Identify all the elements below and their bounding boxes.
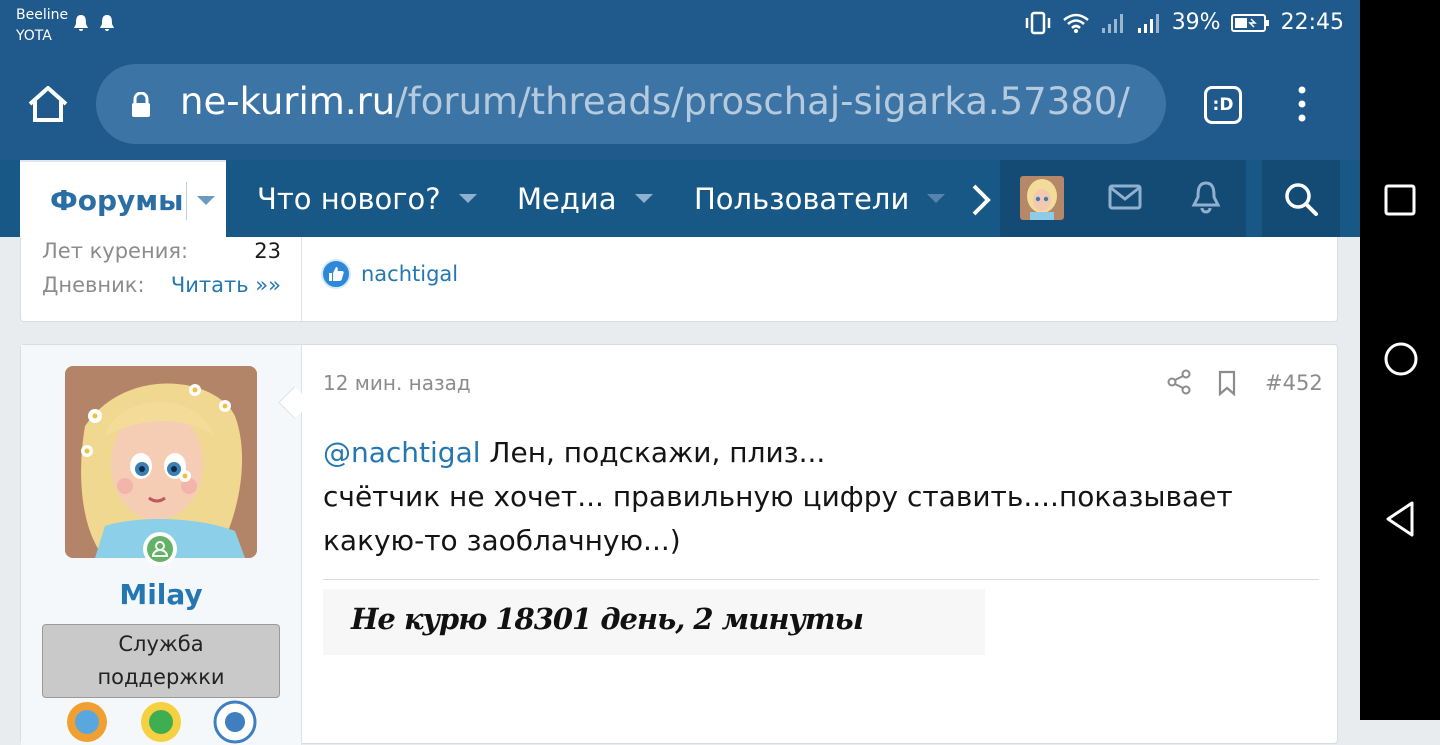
chevron-down-icon[interactable] (197, 196, 215, 205)
chevron-down-icon[interactable] (458, 193, 477, 203)
role-badge-line-2: поддержки (97, 665, 225, 689)
carrier-1: Beeline (16, 7, 69, 23)
notification-icons (72, 13, 116, 37)
online-status-dot (147, 536, 173, 562)
battery-percent: 39% (1171, 10, 1221, 35)
signature-text: Не курю 18301 день, 2 минуты (351, 602, 864, 636)
stat-label-smoking-years: Лет курения: (42, 239, 189, 263)
chevron-down-icon[interactable] (927, 193, 946, 203)
url-text: ne-kurim.ru/forum/threads/proschaj-sigar… (180, 80, 1130, 123)
nav-tab-members[interactable]: Пользователи (694, 182, 946, 216)
post-line-3: какую-то заоблачную...) (323, 524, 681, 557)
chevron-down-icon[interactable] (634, 193, 653, 203)
url-field[interactable]: ne-kurim.ru/forum/threads/proschaj-sigar… (96, 64, 1166, 144)
status-right: 39% 22:45 (1024, 10, 1344, 35)
back-triangle-icon[interactable] (1384, 500, 1416, 538)
carrier-2: YOTA (16, 28, 52, 44)
battery-icon (1230, 13, 1269, 32)
stat-label-diary: Дневник: (42, 273, 145, 297)
search-icon[interactable] (1282, 180, 1320, 218)
tab-switcher-icon[interactable]: :D (1204, 86, 1242, 124)
nav-tab-whats-new[interactable]: Что нового? (257, 182, 477, 216)
user-avatar[interactable] (1020, 176, 1064, 220)
nav-tab-media-label: Медиа (517, 182, 617, 216)
nav-tab-forums-label: Форумы (50, 184, 184, 217)
previous-post: Лет курения: 23 Дневник: Читать »» nacht… (20, 237, 1338, 322)
nav-tab-whats-new-label: Что нового? (257, 182, 441, 216)
post-body: @nachtigal Лен, подскажи, плиз... счётчи… (323, 431, 1303, 563)
bookmark-icon[interactable] (1217, 370, 1237, 396)
lock-icon (132, 92, 150, 117)
user-icon (151, 541, 169, 557)
browser-address-bar: ne-kurim.ru/forum/threads/proschaj-sigar… (0, 50, 1360, 160)
stat-value-smoking-years: 23 (254, 239, 281, 263)
avatar-image (1020, 176, 1064, 220)
divider (186, 182, 187, 220)
post-line-1-text: Лен, подскажи, плиз... (480, 436, 826, 469)
mail-icon[interactable] (1108, 184, 1142, 210)
bell-icon (74, 15, 114, 31)
previous-post-user-stats: Лет курения: 23 Дневник: Читать »» (21, 237, 302, 321)
share-icon[interactable] (1167, 369, 1191, 395)
forum-nav: Форумы Что нового? Медиа Пользователи (0, 160, 1360, 237)
role-badge: Служба поддержки (42, 624, 280, 698)
carrier-labels: Beeline YOTA (16, 5, 68, 47)
nav-tab-members-label: Пользователи (694, 182, 910, 216)
post-number[interactable]: #452 (1265, 371, 1323, 395)
signature-divider (323, 579, 1319, 580)
avatar[interactable] (65, 366, 257, 558)
signal-icon (1101, 13, 1123, 33)
award-icon[interactable] (139, 700, 183, 744)
chevron-right-icon[interactable] (966, 180, 996, 220)
post-line-2: счётчик не хочет... правильную цифру ста… (323, 480, 1233, 513)
reaction-username[interactable]: nachtigal (361, 262, 458, 286)
online-status-icon (143, 532, 177, 566)
url-host: ne-kurim.ru (180, 80, 396, 123)
post-author-name[interactable]: Milay (21, 578, 301, 611)
url-path: /forum/threads/proschaj-sigarka.57380/ (395, 80, 1130, 123)
post-timestamp[interactable]: 12 мин. назад (323, 371, 471, 395)
bell-icon[interactable] (1190, 180, 1222, 214)
wifi-icon (1062, 13, 1089, 33)
home-icon[interactable] (26, 84, 70, 124)
nav-tab-forums[interactable]: Форумы (20, 160, 226, 237)
award-icon[interactable] (213, 700, 257, 744)
vibrate-icon (1025, 11, 1050, 34)
signal-icon (1137, 13, 1159, 33)
user-mention[interactable]: @nachtigal (323, 436, 481, 469)
post-452: Milay Служба поддержки 12 мин. назад #45… (20, 344, 1338, 745)
nav-tab-media[interactable]: Медиа (517, 182, 653, 216)
like-icon (321, 259, 351, 289)
square-icon[interactable] (1384, 184, 1416, 216)
role-badge-line-1: Служба (118, 632, 204, 656)
post-line-1: @nachtigal Лен, подскажи, плиз... (323, 431, 1303, 475)
android-nav-bar (1360, 0, 1440, 720)
menu-icon[interactable] (1288, 84, 1316, 124)
circle-icon[interactable] (1384, 342, 1418, 376)
status-bar: Beeline YOTA 39% 22:45 (0, 0, 1360, 50)
signature-counter: Не курю 18301 день, 2 минуты (323, 589, 985, 655)
diary-read-link[interactable]: Читать »» (171, 273, 281, 297)
avatar-image (65, 366, 257, 558)
award-icon[interactable] (65, 700, 109, 744)
post-author-sidebar: Milay Служба поддержки (21, 345, 302, 745)
reaction-list[interactable]: nachtigal (321, 259, 458, 289)
clock: 22:45 (1280, 10, 1344, 35)
